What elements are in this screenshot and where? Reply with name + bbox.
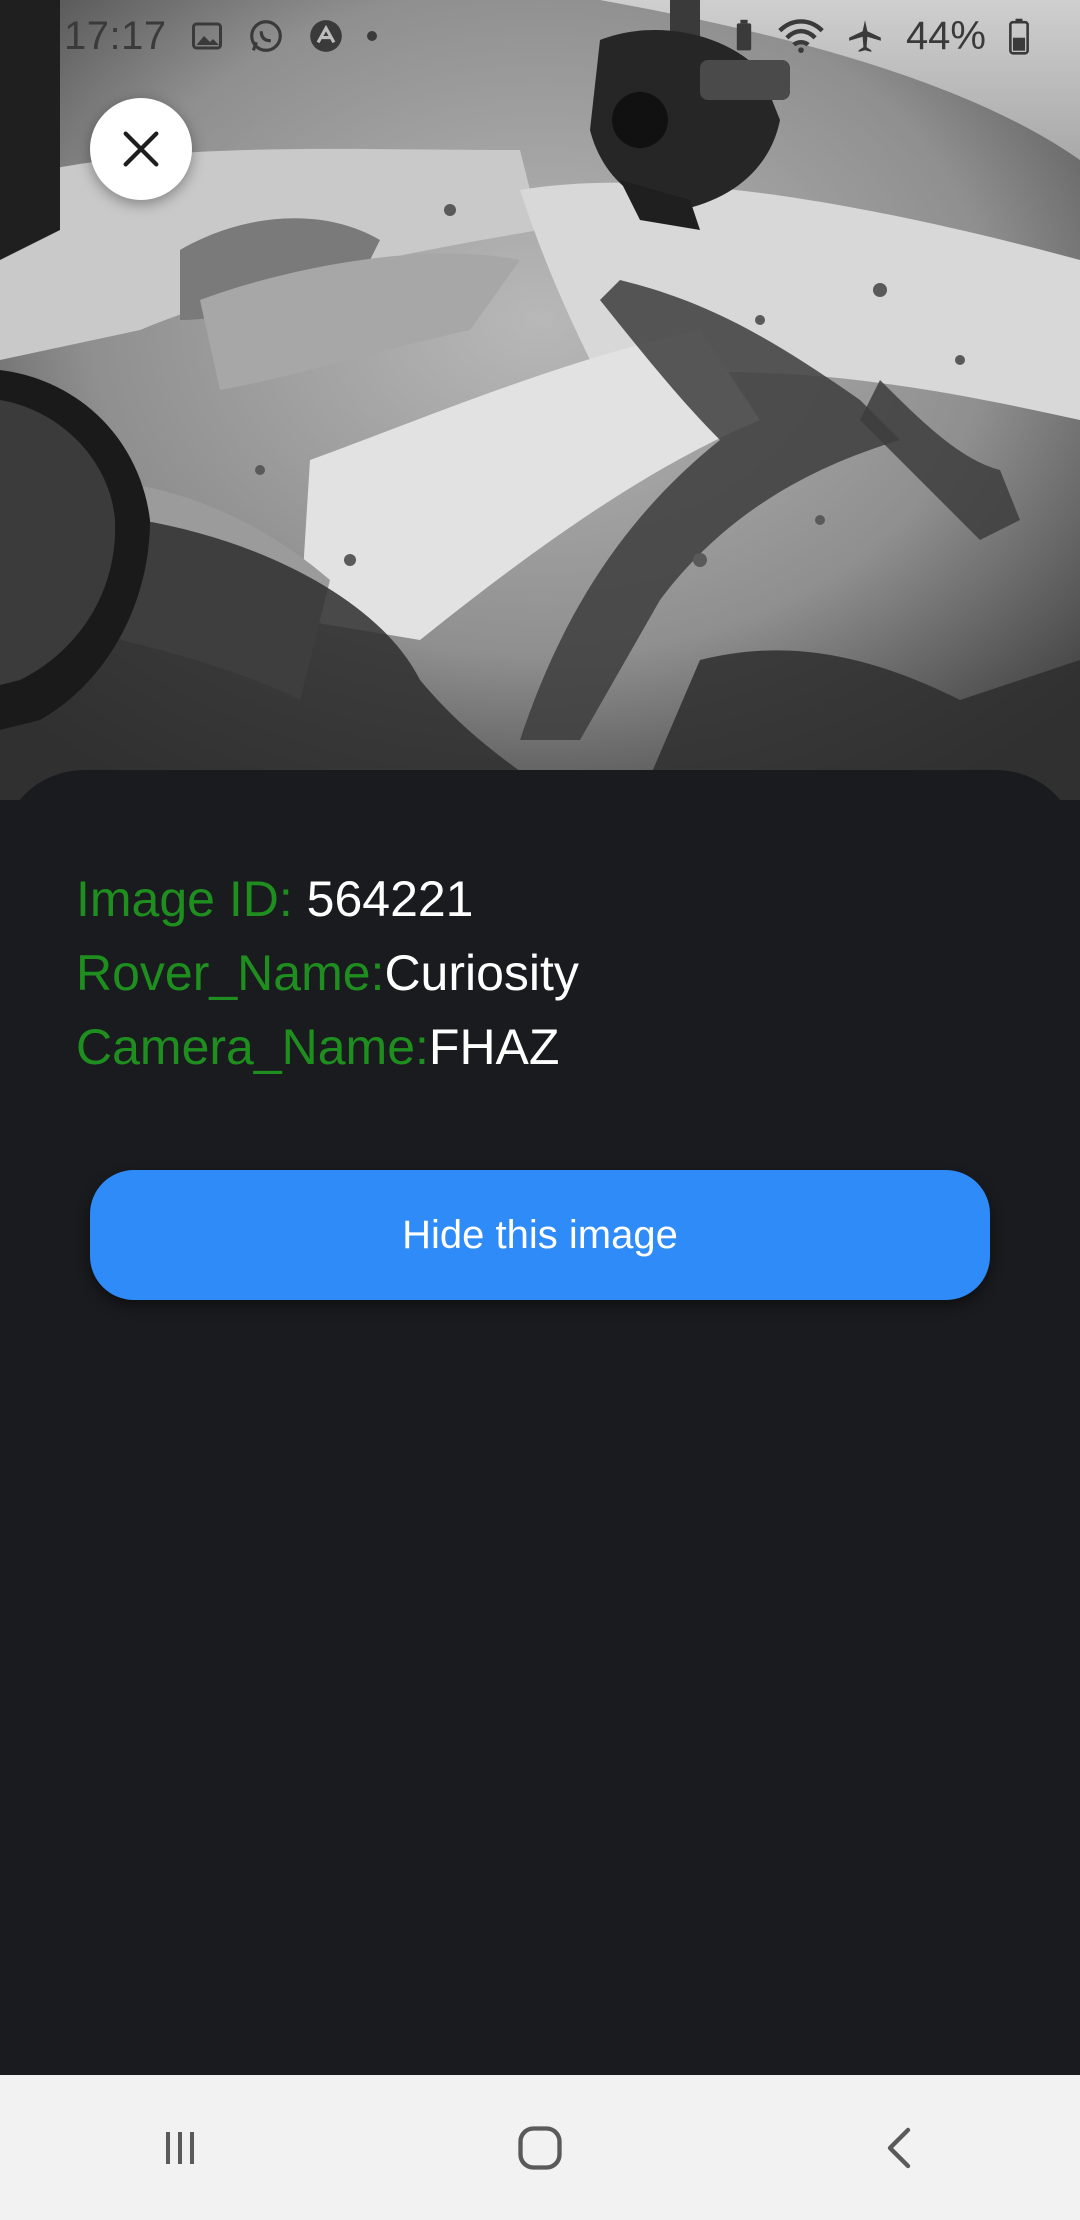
whatsapp-icon [247,17,285,55]
image-id-row: Image ID: 564221 [76,862,579,936]
camera-name-row: Camera_Name:FHAZ [76,1010,579,1084]
recent-apps-icon [166,2131,194,2164]
close-icon [123,131,159,167]
notification-dot [366,31,377,41]
close-button[interactable] [90,98,192,200]
airplane-icon [846,17,884,55]
rover-name-label: Rover_Name: [76,945,385,1001]
home-icon [518,2125,562,2170]
home-button[interactable] [460,2088,620,2208]
navigation-bar [0,2075,1080,2220]
camera-name-value: FHAZ [428,1019,560,1075]
status-time: 17:17 [64,13,167,58]
status-bar: 17:17 44% [0,0,1080,72]
camera-name-label: Camera_Name: [76,1019,429,1075]
back-button[interactable] [820,2088,980,2208]
recent-apps-button[interactable] [100,2088,260,2208]
gallery-icon [189,18,225,54]
status-right: 44% [732,14,1030,59]
back-icon [887,2127,911,2168]
screen: 17:17 44% Image ID: 564221 Rover_Name:Cu… [0,0,1080,2220]
battery-saver-icon [732,18,756,54]
image-id-value: 564221 [306,871,474,927]
hide-image-button[interactable]: Hide this image [90,1170,990,1300]
image-details: Image ID: 564221 Rover_Name:Curiosity Ca… [76,862,579,1084]
wifi-icon [778,18,824,54]
details-sheet: Image ID: 564221 Rover_Name:Curiosity Ca… [0,770,1080,2075]
app-icon [307,17,345,55]
battery-icon [1008,17,1030,55]
status-left: 17:17 [64,14,377,59]
image-id-label: Image ID: [76,871,307,927]
rover-name-row: Rover_Name:Curiosity [76,936,579,1010]
battery-percentage: 44% [905,13,986,58]
rover-name-value: Curiosity [384,945,579,1001]
